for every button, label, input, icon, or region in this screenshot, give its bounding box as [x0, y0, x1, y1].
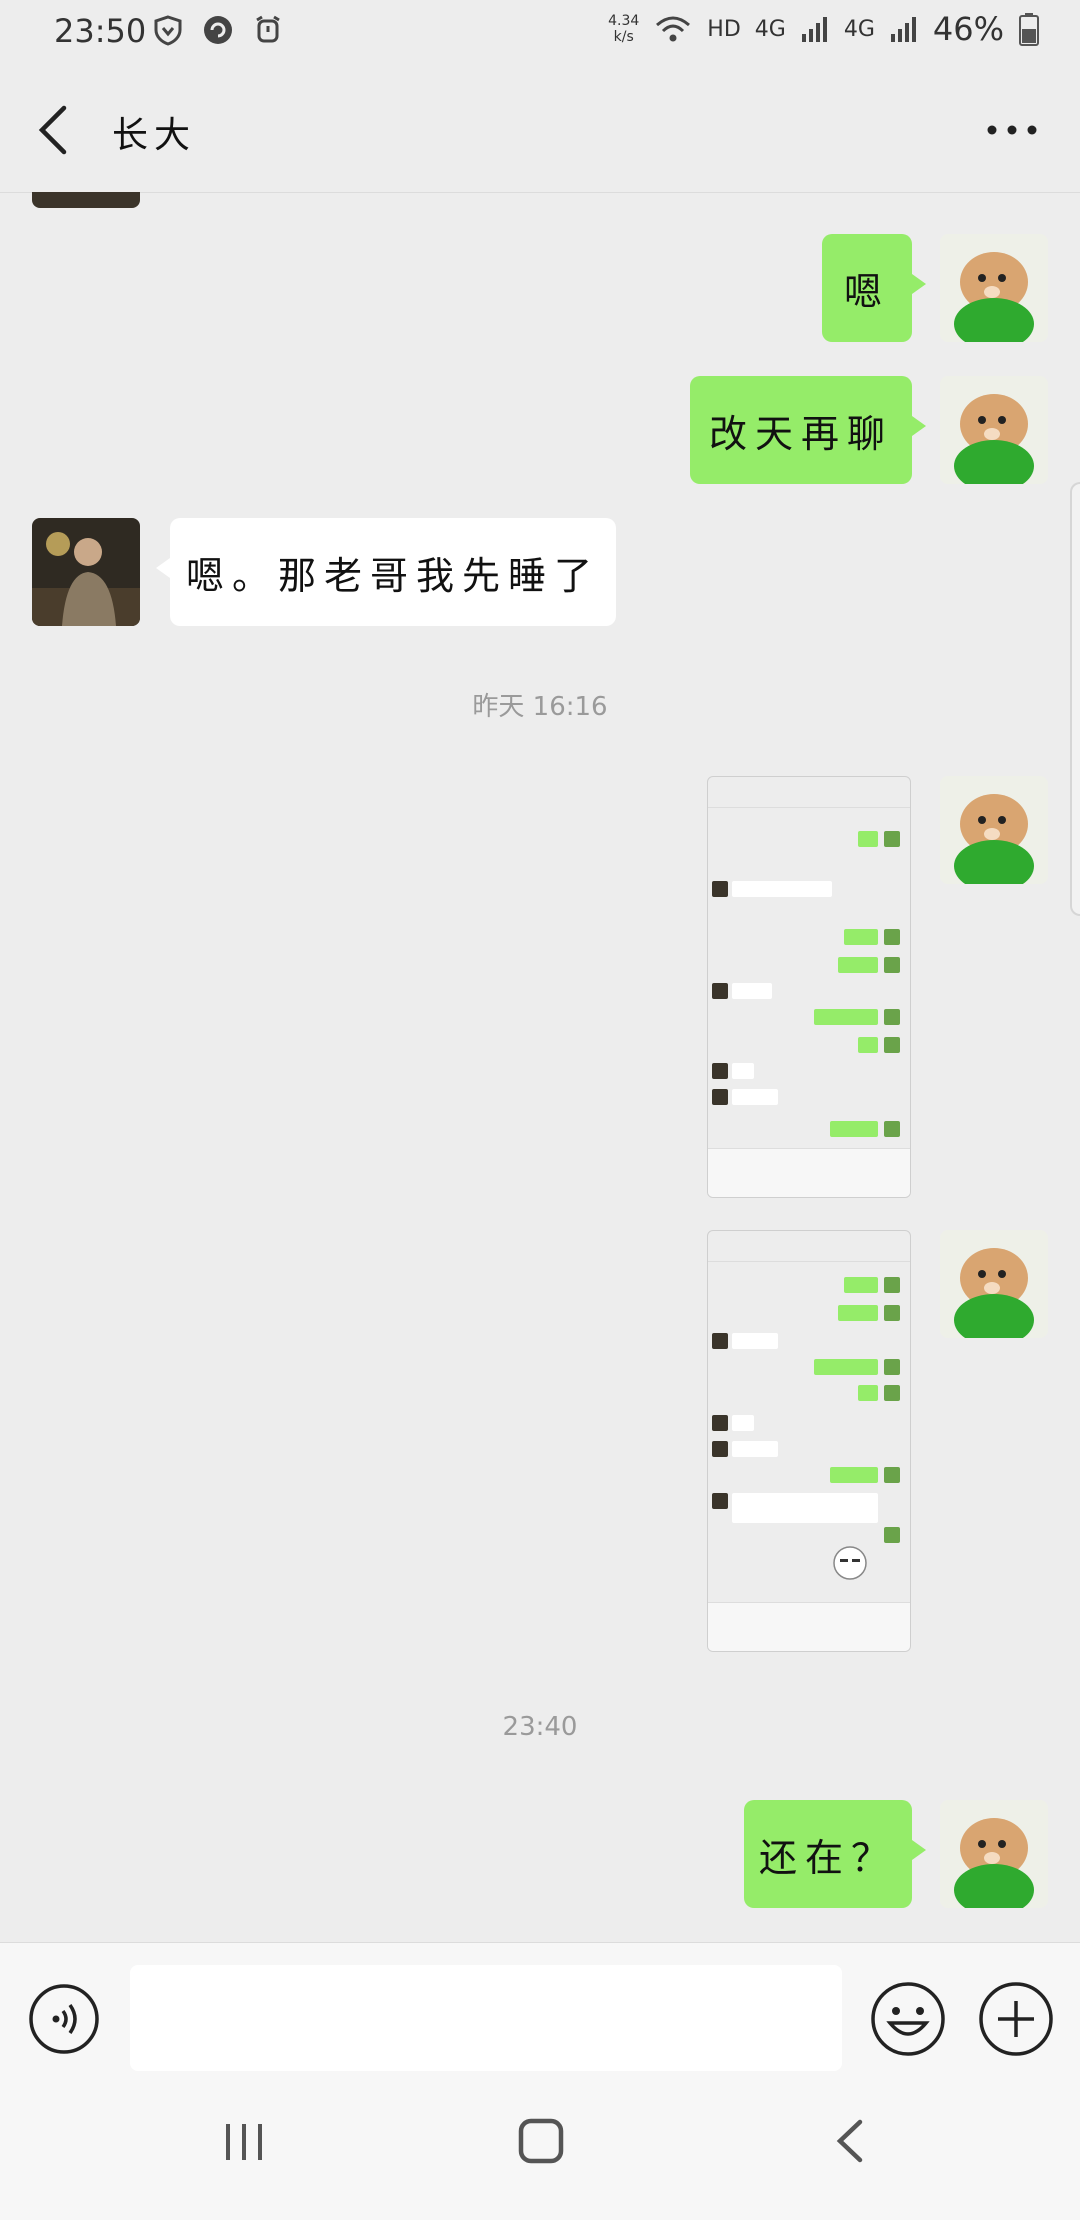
screenshot-thumbnail-footer — [708, 1602, 910, 1651]
status-right-group: 4.34 k/s HD 4G 4G 46% — [608, 10, 1040, 48]
message-text: 嗯 — [843, 269, 890, 314]
signal-icon — [801, 17, 827, 42]
my-avatar[interactable] — [940, 1230, 1048, 1338]
sync-icon — [204, 16, 232, 44]
network-label-2: 4G — [843, 16, 875, 42]
my-avatar[interactable] — [940, 234, 1048, 342]
avatar[interactable] — [32, 192, 140, 208]
emoji-icon[interactable] — [870, 1981, 946, 2057]
chat-title: 长大 — [112, 115, 197, 156]
screenshot-thumbnail-header — [708, 1231, 910, 1262]
message-input[interactable] — [130, 1965, 842, 2071]
alarm-icon — [256, 15, 280, 43]
network-label-1: 4G — [754, 16, 786, 42]
image-message[interactable] — [707, 1230, 911, 1652]
wifi-icon — [656, 16, 691, 42]
scroll-indicator[interactable] — [1070, 482, 1080, 916]
shield-icon — [154, 15, 182, 46]
message-text: 还在？ — [758, 1835, 897, 1880]
message-bubble-other[interactable]: 嗯。那老哥我先睡了 — [156, 518, 616, 626]
message-bubble-me[interactable]: 嗯 — [822, 234, 926, 342]
hamster-avatar-icon — [940, 1230, 1048, 1338]
system-nav-bar — [0, 2082, 1080, 2220]
my-avatar[interactable] — [940, 376, 1048, 484]
hd-label: HD — [707, 16, 741, 42]
my-avatar[interactable] — [940, 776, 1048, 884]
hamster-avatar-icon — [940, 1800, 1048, 1908]
message-bubble-me[interactable]: 改天再聊 — [690, 376, 926, 484]
screenshot-thumbnail-footer — [708, 1148, 910, 1197]
my-avatar[interactable] — [940, 1800, 1048, 1908]
status-time: 23:50 — [54, 12, 147, 50]
battery-percent: 46% — [932, 10, 1004, 48]
chat-header: 长大 — [0, 66, 1080, 193]
input-bar — [0, 1942, 1080, 2083]
hamster-avatar-icon — [940, 776, 1048, 884]
chat-area[interactable]: 嗯 改天再聊 嗯。那老哥我先睡了 昨天 16:16 23:40 还在？ — [0, 192, 1080, 1942]
home-icon[interactable] — [516, 2116, 566, 2166]
message-bubble-me[interactable]: 还在？ — [744, 1800, 926, 1908]
contact-avatar-image — [32, 518, 140, 626]
message-text: 改天再聊 — [708, 411, 893, 456]
net-speed-unit: k/s — [613, 29, 634, 45]
back-icon[interactable] — [828, 2116, 868, 2166]
screenshot-thumbnail-header — [708, 777, 910, 808]
recent-apps-icon[interactable] — [220, 2118, 268, 2166]
notification-icons — [152, 14, 284, 46]
timestamp: 昨天 16:16 — [472, 692, 608, 722]
signal-icon-2 — [890, 17, 916, 42]
voice-icon[interactable] — [28, 1983, 100, 2055]
cat-sticker-icon — [833, 1546, 867, 1580]
chevron-left-icon[interactable] — [30, 102, 80, 158]
net-speed-value: 4.34 — [608, 13, 640, 29]
battery-icon — [1019, 13, 1039, 46]
message-text: 嗯。那老哥我先睡了 — [185, 553, 600, 598]
timestamp: 23:40 — [502, 1712, 578, 1742]
plus-icon[interactable] — [978, 1981, 1054, 2057]
hamster-avatar-icon — [940, 376, 1048, 484]
image-message[interactable] — [707, 776, 911, 1198]
hamster-avatar-icon — [940, 234, 1048, 342]
more-dots-icon[interactable] — [984, 110, 1040, 150]
contact-avatar[interactable] — [32, 518, 140, 626]
status-bar: 23:50 4.34 k/s HD 4G 4G 46% — [0, 0, 1080, 66]
net-speed: 4.34 k/s — [608, 13, 639, 45]
